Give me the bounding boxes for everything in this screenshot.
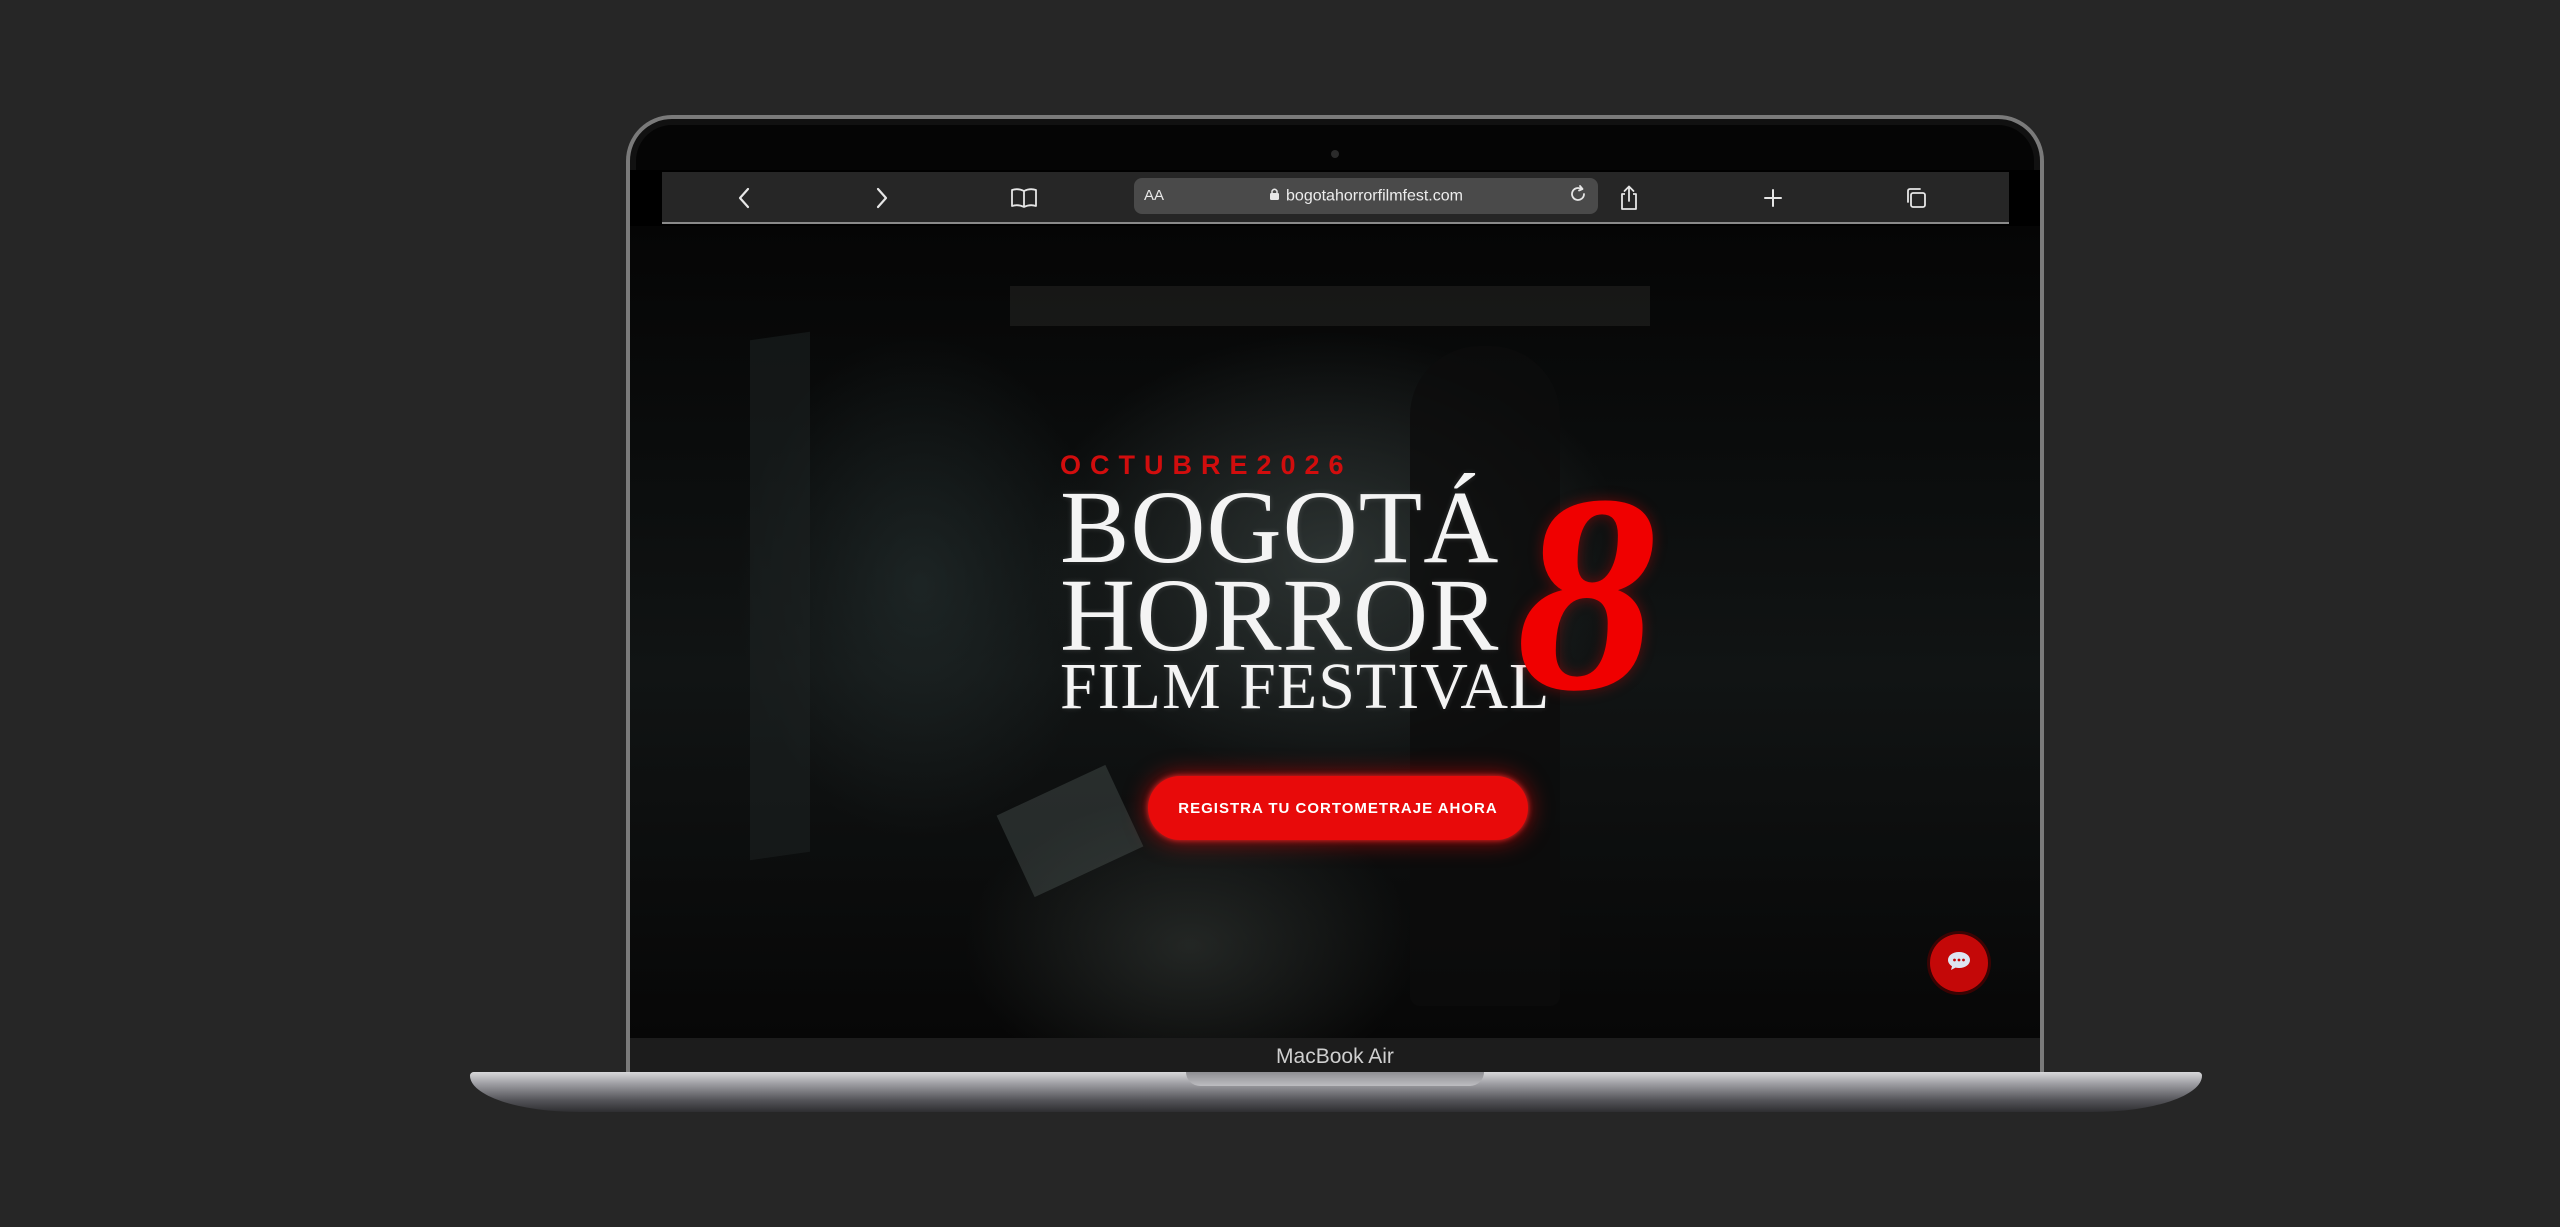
register-short-film-button[interactable]: REGISTRA TU CORTOMETRAJE AHORA [1148, 776, 1528, 840]
new-tab-button[interactable] [1757, 182, 1789, 214]
lock-icon [1269, 187, 1280, 206]
webcam [1331, 150, 1339, 158]
book-icon [1010, 187, 1038, 209]
browser-toolbar: AA bogotahorrorfilmfest.com [662, 172, 2009, 224]
plus-icon [1762, 187, 1784, 209]
reload-button[interactable] [1566, 184, 1590, 208]
chevron-left-icon [737, 186, 751, 210]
url-text: bogotahorrorfilmfest.com [1286, 187, 1463, 205]
url-display: bogotahorrorfilmfest.com [1134, 187, 1598, 206]
hero-section: OCTUBRE2026 BOGOTÁ HORROR FILM FESTIVAL … [630, 226, 2040, 1038]
laptop-chin: MacBook Air [630, 1038, 2040, 1074]
edition-number: 8 [1516, 437, 1657, 749]
chat-bubble-icon [1946, 950, 1972, 977]
tabs-overview-button[interactable] [1900, 182, 1932, 214]
share-button[interactable] [1613, 182, 1645, 214]
bookmarks-button[interactable] [1008, 182, 1040, 214]
share-icon [1618, 185, 1640, 211]
chat-button[interactable] [1930, 934, 1988, 992]
device-model-label: MacBook Air [1276, 1045, 1394, 1068]
laptop-screen: AA bogotahorrorfilmfest.com OCTUBRE2026 … [630, 170, 2040, 1038]
laptop-hinge-notch [1186, 1072, 1484, 1086]
reload-icon [1568, 184, 1588, 209]
address-bar[interactable]: AA bogotahorrorfilmfest.com [1134, 178, 1598, 214]
forward-button[interactable] [866, 182, 898, 214]
back-button[interactable] [728, 182, 760, 214]
tabs-icon [1904, 186, 1928, 210]
festival-logo: OCTUBRE2026 BOGOTÁ HORROR FILM FESTIVAL … [630, 226, 2040, 1038]
chevron-right-icon [875, 186, 889, 210]
logo-line-film-festival: FILM FESTIVAL [1060, 650, 1551, 723]
